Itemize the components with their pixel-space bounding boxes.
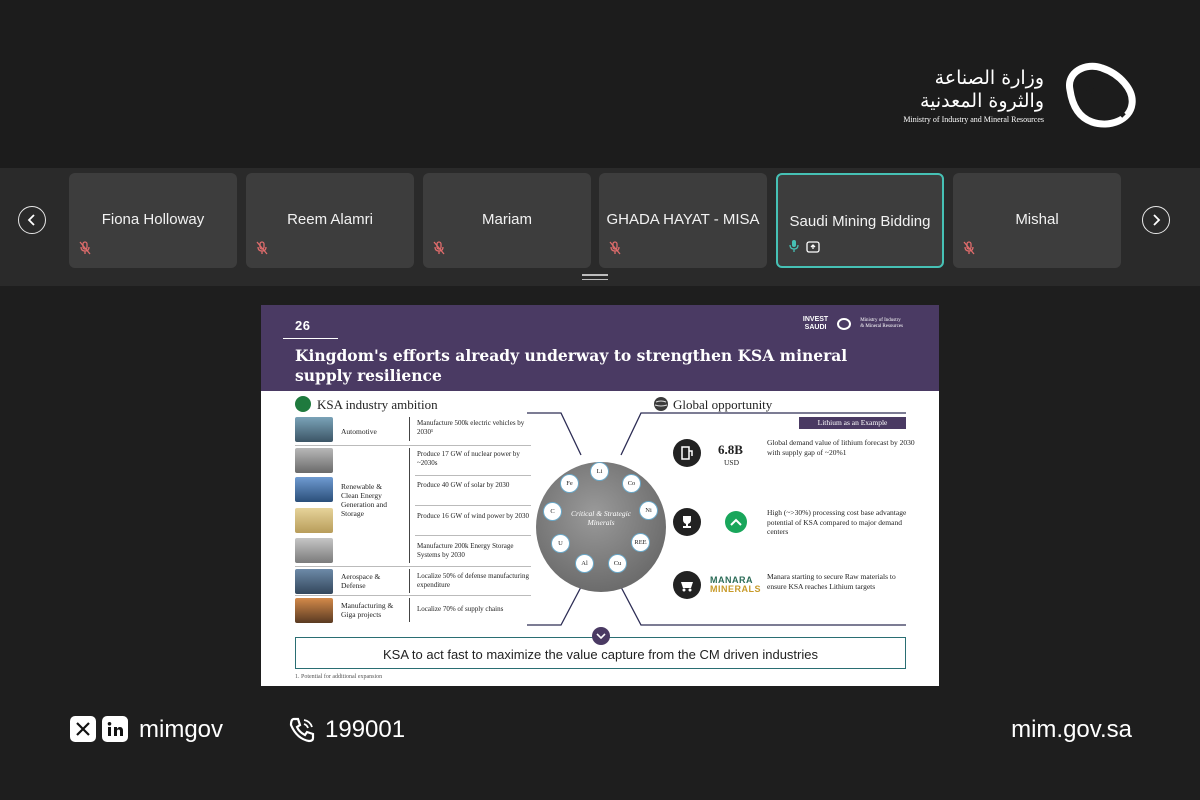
ambition-item: Manufacture 200k Energy Storage Systems … xyxy=(417,542,514,559)
row-separator xyxy=(295,595,531,596)
previous-participants-button[interactable] xyxy=(18,206,46,234)
ministry-logo-icon xyxy=(1066,62,1136,128)
category-manufacturing: Manufacturing & Giga projects xyxy=(341,601,394,619)
aerospace-image xyxy=(295,569,333,594)
opportunity-text-demand: Global demand value of lithium forecast … xyxy=(767,438,915,457)
participant-status-icons xyxy=(609,241,621,260)
linkedin-icon[interactable] xyxy=(102,716,128,742)
phone-icon xyxy=(289,717,315,743)
participant-status-icons xyxy=(433,241,445,260)
participant-tile[interactable]: Reem Alamri xyxy=(246,173,414,268)
website-link[interactable]: mim.gov.sa xyxy=(1011,716,1132,744)
divider-aerospace xyxy=(409,569,410,593)
participant-tile[interactable]: Saudi Mining Bidding xyxy=(776,173,944,268)
ministry-name: وزارة الصناعة والثروة المعدنية Ministry … xyxy=(903,67,1044,124)
row-separator xyxy=(415,505,531,506)
category-automotive: Automotive xyxy=(341,427,377,436)
participant-tile[interactable]: Fiona Holloway xyxy=(69,173,237,268)
ambition-item: Manufacture 500k electric vehicles by 20… xyxy=(417,419,525,436)
next-participants-button[interactable] xyxy=(1142,206,1170,234)
divider-renewable xyxy=(409,448,410,563)
row-separator xyxy=(295,566,531,567)
resize-handle[interactable] xyxy=(582,274,608,282)
participant-name: Mariam xyxy=(481,211,532,228)
presentation-slide: 26 INVEST SAUDI Ministry of Industry & M… xyxy=(261,305,939,686)
category-renewable-energy: Renewable & Clean Energy Generation and … xyxy=(341,482,388,518)
mineral-node-ni: Ni xyxy=(639,501,658,520)
trophy-icon xyxy=(673,508,701,536)
critical-minerals-label: Critical & Strategic Minerals xyxy=(571,509,631,527)
participant-tile[interactable]: GHADA HAYAT - MISA xyxy=(599,173,767,268)
ministry-name-arabic-line2: والثروة المعدنية xyxy=(919,89,1044,112)
participant-status-icons xyxy=(79,241,91,260)
x-twitter-icon[interactable] xyxy=(70,716,96,742)
mic-muted-icon xyxy=(609,241,621,260)
participant-name: Saudi Mining Bidding xyxy=(789,213,931,230)
mineral-node-c: C xyxy=(543,502,562,521)
ambition-item: Produce 40 GW of solar by 2030 xyxy=(417,481,510,489)
mineral-node-cu: Cu xyxy=(608,554,627,573)
automotive-image xyxy=(295,417,333,442)
divider-automotive xyxy=(409,417,410,441)
participant-tile[interactable]: Mariam xyxy=(423,173,591,268)
opportunity-text-manara: Manara starting to secure Raw materials … xyxy=(767,572,896,591)
slide-footnote: 1. Potential for additional expansion xyxy=(295,674,383,680)
participant-name: Mishal xyxy=(1015,211,1059,228)
ambition-item: Localize 70% of supply chains xyxy=(417,605,504,613)
ministry-name-arabic-line1: وزارة الصناعة xyxy=(934,66,1044,89)
ministry-name-english: Ministry of Industry and Mineral Resourc… xyxy=(903,114,1044,124)
conclusion-text: KSA to act fast to maximize the value ca… xyxy=(383,647,818,662)
row-separator xyxy=(415,535,531,536)
participant-tile[interactable]: Mishal xyxy=(953,173,1121,268)
ambition-item: Produce 16 GW of wind power by 2030 xyxy=(417,512,530,520)
mic-muted-icon xyxy=(256,241,268,260)
participant-status-icons xyxy=(788,239,820,258)
ev-charger-icon xyxy=(673,439,701,467)
mineral-node-u: U xyxy=(551,534,570,553)
ambition-item: Localize 50% of defense manufacturing ex… xyxy=(417,572,529,589)
energy-storage-image xyxy=(295,538,333,563)
phone-number: 199001 xyxy=(325,716,406,743)
participant-status-icons xyxy=(963,241,975,260)
mic-icon xyxy=(788,239,800,258)
mic-muted-icon xyxy=(963,241,975,260)
row-separator xyxy=(415,475,531,476)
mineral-node-li: Li xyxy=(590,462,609,481)
wind-image xyxy=(295,508,333,533)
nuclear-image xyxy=(295,448,333,473)
lithium-demand-unit: USD xyxy=(724,458,740,467)
participant-name: GHADA HAYAT - MISA xyxy=(606,211,760,228)
opportunity-text-cost: High (~>30%) processing cost base advant… xyxy=(767,508,907,536)
chevron-down-icon xyxy=(592,627,610,645)
participant-name: Fiona Holloway xyxy=(101,211,205,228)
lithium-demand-value: 6.8B xyxy=(718,442,743,457)
example-badge: Lithium as an Example xyxy=(799,417,906,429)
solar-image xyxy=(295,477,333,502)
divider-manufacturing xyxy=(409,598,410,622)
mineral-node-co: Co xyxy=(622,474,641,493)
manufacturing-image xyxy=(295,598,333,623)
mineral-node-al: Al xyxy=(575,554,594,573)
mic-muted-icon xyxy=(433,241,445,260)
participant-name: Reem Alamri xyxy=(287,211,373,228)
ambition-item: Produce 17 GW of nuclear power by ~2030s xyxy=(417,450,520,467)
manara-minerals-logo: MANARA MINERALS xyxy=(710,576,761,594)
critical-minerals-wheel xyxy=(536,462,666,592)
participant-status-icons xyxy=(256,241,268,260)
chevron-left-icon xyxy=(27,214,35,226)
screen-share-icon xyxy=(806,240,820,258)
mineral-node-fe: Fe xyxy=(560,474,579,493)
chevron-right-icon xyxy=(1153,214,1161,226)
ministry-branding: وزارة الصناعة والثروة المعدنية Ministry … xyxy=(903,60,1136,130)
category-aerospace-defense: Aerospace & Defense xyxy=(341,572,381,590)
row-separator xyxy=(295,445,531,446)
manara-logo-line2: MINERALS xyxy=(710,584,761,594)
chevron-up-icon xyxy=(725,511,747,533)
social-handle: mimgov xyxy=(139,716,224,743)
mining-cart-icon xyxy=(673,571,701,599)
mic-muted-icon xyxy=(79,241,91,260)
mineral-node-ree: REE xyxy=(631,533,650,552)
industry-ambition-list: Automotive Renewable & Clean Energy Gene… xyxy=(295,417,531,627)
